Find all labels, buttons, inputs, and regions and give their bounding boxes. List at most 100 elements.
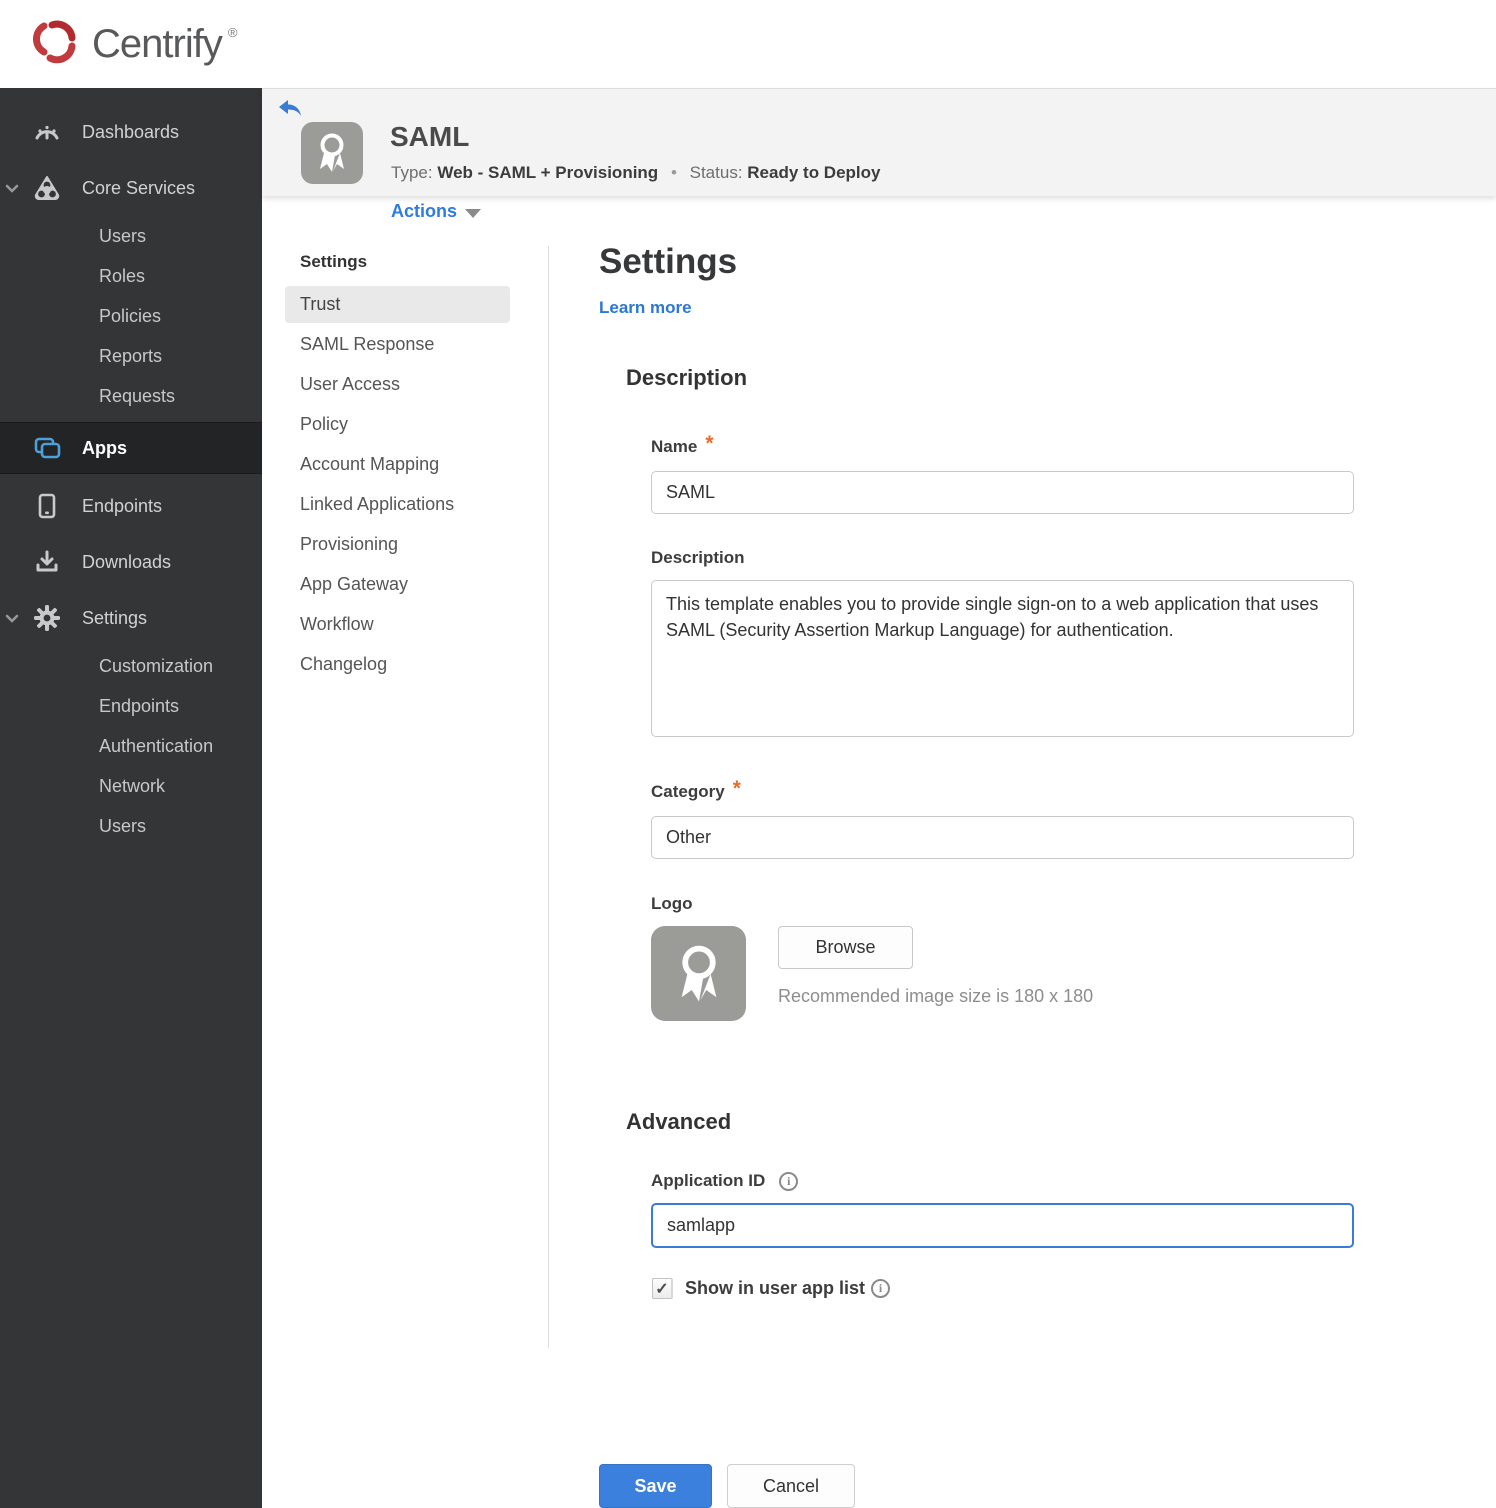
settings-subnav: Settings Trust SAML Response User Access… xyxy=(262,196,548,1508)
cancel-button[interactable]: Cancel xyxy=(727,1464,855,1508)
sidebar-item-reports[interactable]: Reports xyxy=(0,336,262,376)
description-field[interactable] xyxy=(651,580,1354,737)
brand-logo: Centrify ® xyxy=(30,16,241,73)
chevron-down-icon[interactable] xyxy=(4,180,20,196)
application-id-field[interactable] xyxy=(651,1203,1354,1248)
sidebar-sub-label: Policies xyxy=(99,305,162,326)
sidebar-sub-label: Endpoints xyxy=(99,695,180,716)
sidebar-sub-label: Customization xyxy=(99,655,214,676)
sidebar-sub-label: Reports xyxy=(99,345,163,366)
sidebar-item-requests[interactable]: Requests xyxy=(0,376,262,416)
sidebar-item-settings-users[interactable]: Users xyxy=(0,806,262,846)
sidebar-item-label: Downloads xyxy=(82,551,172,572)
sidebar-item-authentication[interactable]: Authentication xyxy=(0,726,262,766)
gear-icon xyxy=(32,603,62,633)
sidebar-item-downloads[interactable]: Downloads xyxy=(0,534,262,590)
sidebar-sub-label: Users xyxy=(99,225,147,246)
subnav-label: Trust xyxy=(300,294,341,314)
category-label: Category xyxy=(651,782,725,801)
app-meta: Type: Web - SAML + Provisioning • Status… xyxy=(391,163,880,183)
caret-down-icon xyxy=(465,208,482,218)
learn-more-link[interactable]: Learn more xyxy=(599,298,692,318)
sidebar-item-apps[interactable]: Apps xyxy=(0,422,262,474)
description-section-heading: Description xyxy=(626,365,748,390)
subnav-label: Provisioning xyxy=(300,534,399,554)
info-icon[interactable]: i xyxy=(779,1171,799,1191)
subnav-label: Account Mapping xyxy=(300,454,440,474)
subnav-item-user-access[interactable]: User Access xyxy=(285,366,510,403)
apps-icon xyxy=(32,433,62,463)
subnav-item-saml-response[interactable]: SAML Response xyxy=(285,326,510,363)
advanced-section-heading: Advanced xyxy=(626,1109,732,1134)
settings-form: Settings Learn more Description Name * D… xyxy=(549,196,1359,1508)
show-in-user-app-list-checkbox[interactable] xyxy=(652,1278,673,1299)
subnav-label: SAML Response xyxy=(300,334,435,354)
subnav-label: Workflow xyxy=(300,614,374,634)
app-title: SAML xyxy=(390,121,470,152)
core-services-icon xyxy=(32,173,62,203)
app-logo-preview xyxy=(651,926,746,1021)
sidebar-item-settings[interactable]: Settings xyxy=(0,590,262,646)
app-logo xyxy=(301,122,363,184)
name-label: Name xyxy=(651,437,698,456)
sidebar-sub-label: Roles xyxy=(99,265,146,286)
sidebar-sub-label: Requests xyxy=(99,385,176,406)
brand-name: Centrify xyxy=(92,21,223,66)
status-label: Status: xyxy=(689,163,743,182)
subnav-header: Settings xyxy=(300,252,368,271)
actions-dropdown[interactable]: Actions xyxy=(391,201,482,222)
actions-label: Actions xyxy=(391,201,458,221)
sidebar-item-label: Apps xyxy=(82,437,127,458)
type-label: Type: xyxy=(391,163,433,182)
subnav-item-account-mapping[interactable]: Account Mapping xyxy=(285,446,510,483)
sidebar-item-endpoints[interactable]: Endpoints xyxy=(0,478,262,534)
logo-size-hint: Recommended image size is 180 x 180 xyxy=(778,986,1094,1006)
sidebar-item-core-services[interactable]: Core Services xyxy=(0,160,262,216)
subnav-item-linked-applications[interactable]: Linked Applications xyxy=(285,486,510,523)
name-field[interactable] xyxy=(651,471,1354,514)
subnav-item-workflow[interactable]: Workflow xyxy=(285,606,510,643)
subnav-item-trust[interactable]: Trust xyxy=(285,286,510,323)
sidebar-item-label: Dashboards xyxy=(82,121,180,142)
category-field[interactable] xyxy=(651,816,1354,859)
subnav-label: Linked Applications xyxy=(300,494,455,514)
sidebar-sub-label: Network xyxy=(99,775,166,796)
sidebar-item-label: Endpoints xyxy=(82,495,163,516)
sidebar-item-settings-endpoints[interactable]: Endpoints xyxy=(0,686,262,726)
sidebar-item-users[interactable]: Users xyxy=(0,216,262,256)
subnav-label: App Gateway xyxy=(300,574,409,594)
device-icon xyxy=(32,491,62,521)
meta-separator: • xyxy=(670,163,677,182)
top-bar: Centrify ® xyxy=(0,0,1496,88)
subnav-item-policy[interactable]: Policy xyxy=(285,406,510,443)
gauge-icon xyxy=(32,117,62,147)
sidebar-item-policies[interactable]: Policies xyxy=(0,296,262,336)
download-icon xyxy=(32,547,62,577)
show-in-user-app-list-label: Show in user app list xyxy=(685,1278,866,1298)
sidebar-item-label: Core Services xyxy=(82,177,196,198)
sidebar: Dashboards Core Services Users Roles Pol… xyxy=(0,88,262,1508)
sidebar-item-roles[interactable]: Roles xyxy=(0,256,262,296)
type-value: Web - SAML + Provisioning xyxy=(437,163,659,182)
description-label: Description xyxy=(651,548,745,567)
save-button[interactable]: Save xyxy=(599,1464,712,1508)
subnav-label: User Access xyxy=(300,374,401,394)
status-value: Ready to Deploy xyxy=(747,163,881,182)
subnav-label: Policy xyxy=(300,414,349,434)
sidebar-sub-label: Authentication xyxy=(99,735,214,756)
info-icon[interactable]: i xyxy=(871,1279,891,1298)
centrify-swirl-icon xyxy=(30,16,82,73)
subnav-item-provisioning[interactable]: Provisioning xyxy=(285,526,510,563)
browse-button[interactable]: Browse xyxy=(778,926,913,969)
sidebar-item-network[interactable]: Network xyxy=(0,766,262,806)
sidebar-item-dashboards[interactable]: Dashboards xyxy=(0,104,262,160)
chevron-down-icon[interactable] xyxy=(4,610,20,626)
page-title: Settings xyxy=(599,242,738,281)
sidebar-sub-label: Users xyxy=(99,815,147,836)
back-arrow-icon[interactable] xyxy=(278,99,301,117)
required-asterisk: * xyxy=(705,432,714,455)
subnav-item-app-gateway[interactable]: App Gateway xyxy=(285,566,510,603)
subnav-item-changelog[interactable]: Changelog xyxy=(285,646,510,683)
registered-mark: ® xyxy=(227,24,238,40)
sidebar-item-customization[interactable]: Customization xyxy=(0,646,262,686)
